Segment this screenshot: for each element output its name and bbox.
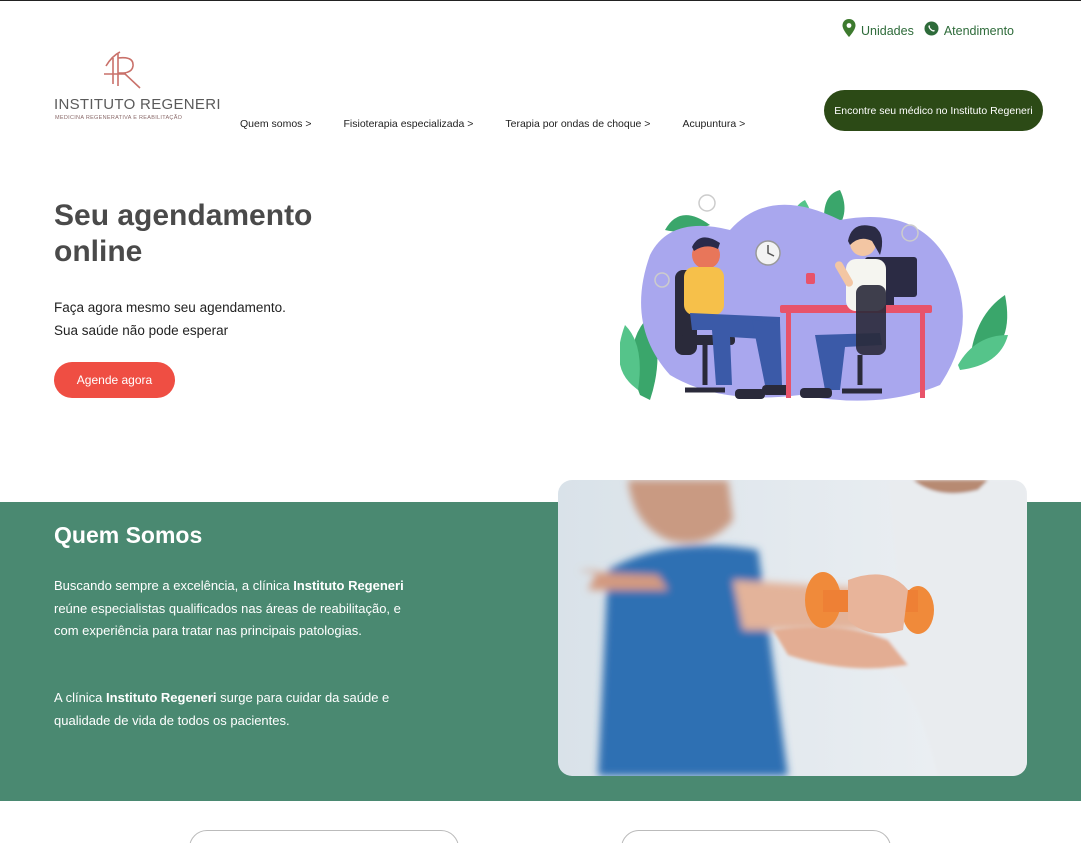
logo-name: INSTITUTO REGENERI bbox=[54, 96, 221, 113]
about-p1-text-a: Buscando sempre a excelência, a clínica bbox=[54, 578, 294, 593]
about-p1-text-b: reúne especialistas qualificados nas áre… bbox=[54, 600, 401, 639]
about-paragraph-1: Buscando sempre a excelência, a clínica … bbox=[54, 575, 414, 643]
logo-tagline: MEDICINA REGENERATIVA E REABILITAÇÃO bbox=[55, 115, 183, 121]
service-card-2[interactable] bbox=[621, 830, 891, 843]
nav-item-acupuntura[interactable]: Acupuntura > bbox=[682, 118, 745, 130]
logo[interactable]: INSTITUTO REGENERI MEDICINA REGENERATIVA… bbox=[54, 44, 221, 124]
map-pin-icon bbox=[842, 19, 856, 37]
top-border bbox=[0, 0, 1081, 1]
hero-text: Faça agora mesmo seu agendamento. Sua sa… bbox=[54, 296, 286, 342]
physiotherapy-photo bbox=[558, 480, 1027, 776]
whatsapp-icon bbox=[924, 21, 939, 35]
schedule-button[interactable]: Agende agora bbox=[54, 362, 175, 398]
about-p1-brand: Instituto Regeneri bbox=[293, 578, 404, 593]
logo-mark-icon bbox=[104, 51, 141, 89]
hero-line-2: Sua saúde não pode esperar bbox=[54, 323, 229, 338]
about-p2-text-a: A clínica bbox=[54, 690, 107, 705]
hero-line-1: Faça agora mesmo seu agendamento. bbox=[54, 300, 286, 315]
doctor-appointment-illustration bbox=[620, 190, 1008, 401]
utility-links: Unidades Atendimento bbox=[842, 18, 1014, 38]
units-label: Unidades bbox=[861, 24, 914, 38]
find-doctor-button[interactable]: Encontre seu médico no Instituto Regener… bbox=[824, 90, 1043, 131]
contact-label: Atendimento bbox=[943, 24, 1015, 38]
about-p2-brand: Instituto Regeneri bbox=[106, 690, 217, 705]
service-card-1[interactable] bbox=[189, 830, 459, 843]
nav-item-ondas-de-choque[interactable]: Terapia por ondas de choque > bbox=[505, 118, 650, 130]
nav-item-fisioterapia[interactable]: Fisioterapia especializada > bbox=[344, 118, 474, 130]
nav-item-quem-somos[interactable]: Quem somos > bbox=[240, 118, 312, 130]
contact-link[interactable]: Atendimento bbox=[924, 18, 1014, 38]
about-paragraph-2: A clínica Instituto Regeneri surge para … bbox=[54, 687, 414, 732]
about-title: Quem Somos bbox=[54, 522, 203, 548]
units-link[interactable]: Unidades bbox=[842, 18, 914, 38]
main-nav: Quem somos > Fisioterapia especializada … bbox=[240, 118, 745, 130]
hero-title: Seu agendamento online bbox=[54, 199, 313, 268]
